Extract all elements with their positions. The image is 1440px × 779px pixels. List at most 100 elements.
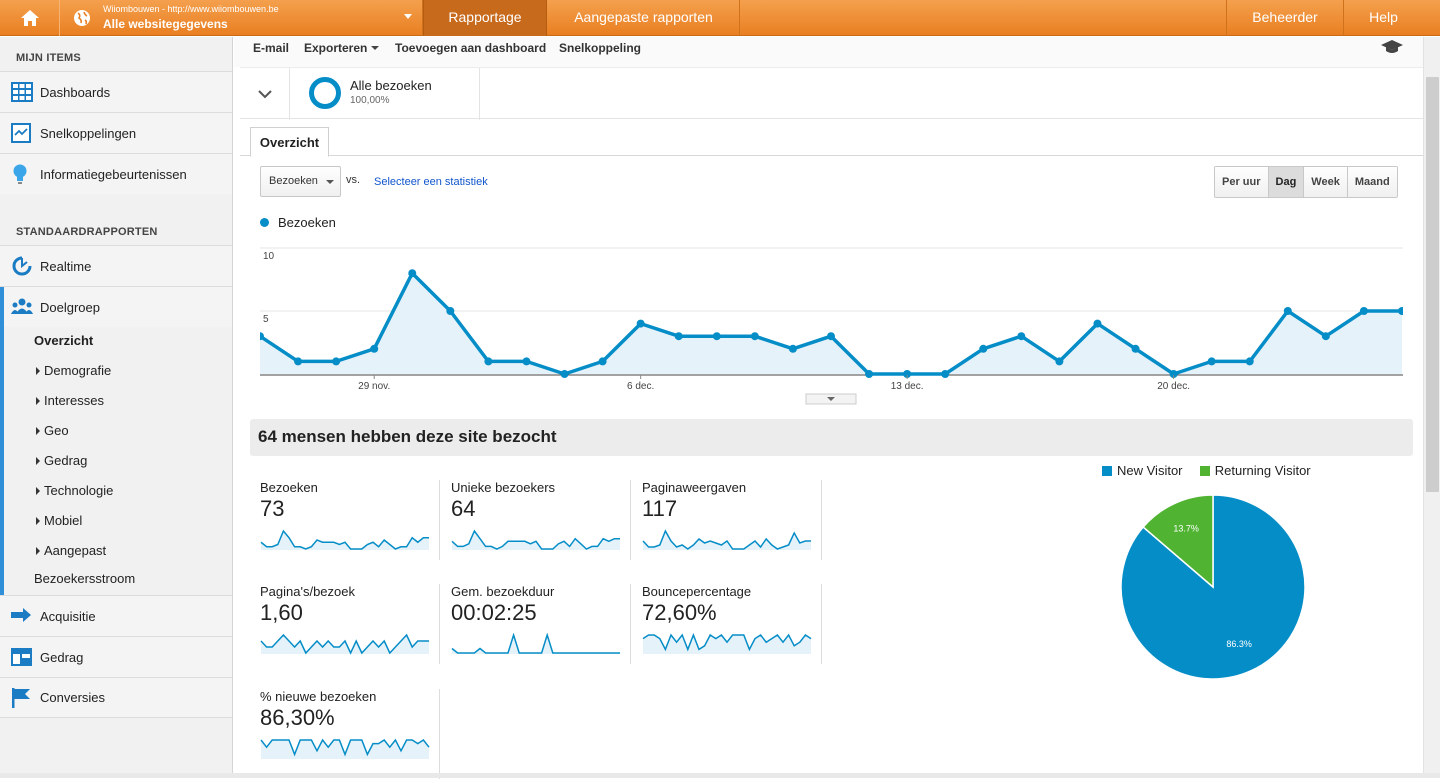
chart-data-point[interactable]: [674, 332, 683, 341]
chart-data-point[interactable]: [827, 332, 835, 341]
chart-data-point[interactable]: [636, 319, 645, 328]
chart-data-point[interactable]: [522, 357, 531, 366]
chart-data-point[interactable]: [750, 332, 759, 341]
tile-sparkline: [260, 633, 429, 655]
chart-data-point[interactable]: [332, 357, 341, 366]
chart-data-point[interactable]: [1321, 332, 1330, 341]
graduation-cap-icon[interactable]: [1381, 40, 1403, 54]
chart-data-point[interactable]: [1093, 319, 1102, 328]
chart-data-point[interactable]: [560, 370, 569, 378]
chart-data-point[interactable]: [1131, 344, 1140, 353]
add-to-dashboard-action[interactable]: Toevoegen aan dashboard: [395, 41, 546, 55]
sidebar-item-label: Realtime: [40, 258, 92, 274]
tile-paginas-per-bezoek[interactable]: Pagina's/bezoek 1,60: [250, 584, 440, 664]
metric-select[interactable]: Bezoeken: [260, 166, 341, 197]
beheerder-link[interactable]: Beheerder: [1226, 0, 1343, 36]
tile-bezoeken[interactable]: Bezoeken 73: [250, 480, 440, 560]
sidebar-item-conversies[interactable]: Conversies: [0, 677, 232, 718]
sidebar-item-label: Doelgroep: [40, 299, 100, 315]
tile-label: % nieuwe bezoeken: [260, 689, 377, 704]
sidebar-item-doelgroep[interactable]: Doelgroep: [0, 286, 232, 327]
vertical-scrollbar[interactable]: [1423, 37, 1440, 778]
vs-label: vs.: [346, 174, 361, 186]
select-statistic-link[interactable]: Selecteer een statistiek: [374, 176, 488, 188]
export-label: Exporteren: [304, 41, 368, 55]
tile-nieuwe-bezoeken[interactable]: % nieuwe bezoeken 86,30%: [250, 689, 440, 779]
sidebar-item-acquisitie[interactable]: Acquisitie: [0, 595, 232, 636]
home-button[interactable]: [0, 0, 60, 36]
sidebar-subitem-aangepast[interactable]: Aangepast: [0, 536, 232, 566]
chart-data-point[interactable]: [788, 344, 797, 353]
export-action[interactable]: Exporteren: [304, 41, 379, 55]
tile-label: Pagina's/bezoek: [260, 584, 355, 599]
chart-data-point[interactable]: [446, 307, 455, 315]
period-per-uur[interactable]: Per uur: [1215, 167, 1268, 197]
chart-data-point[interactable]: [1017, 332, 1026, 341]
chart-expand-handle[interactable]: [805, 393, 857, 405]
tile-paginaweergaven[interactable]: Paginaweergaven 117: [632, 480, 822, 560]
sidebar-item-snelkoppelingen[interactable]: Snelkoppelingen: [0, 112, 232, 153]
chart-data-point[interactable]: [941, 370, 950, 378]
sidebar-subitem-interesses[interactable]: Interesses: [0, 386, 232, 416]
period-maand[interactable]: Maand: [1346, 167, 1397, 197]
chart-data-point[interactable]: [408, 269, 417, 278]
tab-rapportage[interactable]: Rapportage: [423, 0, 547, 36]
tile-bouncepercentage[interactable]: Bouncepercentage 72,60%: [632, 584, 822, 664]
shortcut-icon: [11, 123, 31, 143]
tab-divider: [240, 155, 1423, 156]
scrollbar-thumb[interactable]: [1426, 77, 1439, 492]
triangle-right-icon: [36, 397, 40, 405]
email-action[interactable]: E-mail: [253, 41, 289, 55]
tile-unieke-bezoekers[interactable]: Unieke bezoekers 64: [441, 480, 631, 560]
sidebar-subitem-bezoekersstroom[interactable]: Bezoekersstroom: [0, 564, 232, 594]
chart-data-point[interactable]: [865, 370, 874, 378]
help-link[interactable]: Help: [1343, 0, 1423, 36]
sidebar-subitem-demografie[interactable]: Demografie: [0, 356, 232, 386]
chart-data-point[interactable]: [294, 357, 303, 366]
period-week[interactable]: Week: [1303, 167, 1347, 197]
tile-value: 73: [260, 496, 285, 521]
sidebar-subitem-mobiel[interactable]: Mobiel: [0, 506, 232, 536]
sidebar-item-informatiegebeurtenissen[interactable]: Informatiegebeurtenissen: [0, 153, 232, 194]
sidebar-subitem-technologie[interactable]: Technologie: [0, 476, 232, 506]
chart-data-point[interactable]: [1055, 357, 1064, 366]
tab-aangepaste-rapporten[interactable]: Aangepaste rapporten: [548, 0, 740, 36]
behavior-icon: [11, 648, 32, 666]
shortcut-action[interactable]: Snelkoppeling: [559, 41, 641, 55]
chart-data-point[interactable]: [1359, 307, 1368, 315]
tile-sparkline: [642, 529, 811, 550]
chart-data-point[interactable]: [484, 357, 493, 366]
sidebar-item-gedrag[interactable]: Gedrag: [0, 636, 232, 677]
segment-toggle[interactable]: [240, 68, 290, 120]
chart-data-point[interactable]: [979, 344, 988, 353]
tile-gem-bezoekduur[interactable]: Gem. bezoekduur 00:02:25: [441, 584, 631, 664]
tile-value: 1,60: [260, 600, 303, 625]
x-tick-label: 13 dec.: [891, 381, 924, 392]
segment-all-visits[interactable]: Alle bezoeken 100,00%: [291, 68, 480, 120]
period-toggle: Per uur Dag Week Maand: [1214, 166, 1398, 198]
summary-title: 64 mensen hebben deze site bezocht: [250, 419, 1413, 456]
chart-data-point[interactable]: [598, 357, 607, 366]
legend-swatch-returning: [1199, 466, 1210, 476]
sidebar-subitem-gedrag[interactable]: Gedrag: [0, 446, 232, 476]
legend-dot: [260, 218, 269, 227]
sidebar-item-dashboards[interactable]: Dashboards: [0, 71, 232, 112]
sidebar-item-realtime[interactable]: Realtime: [0, 245, 232, 286]
sidebar-subitem-overzicht[interactable]: Overzicht: [0, 326, 232, 356]
acquisition-icon: [11, 608, 31, 622]
chart-data-point[interactable]: [370, 344, 379, 353]
period-dag[interactable]: Dag: [1267, 167, 1304, 197]
chart-data-point[interactable]: [1283, 307, 1292, 315]
chart-data-point[interactable]: [1207, 357, 1216, 366]
chart-data-point[interactable]: [712, 332, 721, 341]
chart-legend: Bezoeken: [260, 215, 336, 230]
account-view-line: Alle websitegegevens: [103, 17, 228, 31]
x-tick-label: 29 nov.: [358, 381, 390, 392]
caret-down-icon: [404, 14, 412, 19]
tab-overzicht[interactable]: Overzicht: [250, 127, 329, 157]
tile-sparkline: [260, 738, 430, 759]
account-selector[interactable]: Wiiombouwen - http://www.wiiombouwen.be …: [61, 0, 423, 36]
sidebar-subitem-geo[interactable]: Geo: [0, 416, 232, 446]
chart-data-point[interactable]: [1245, 357, 1254, 366]
globe-icon: [74, 10, 90, 26]
